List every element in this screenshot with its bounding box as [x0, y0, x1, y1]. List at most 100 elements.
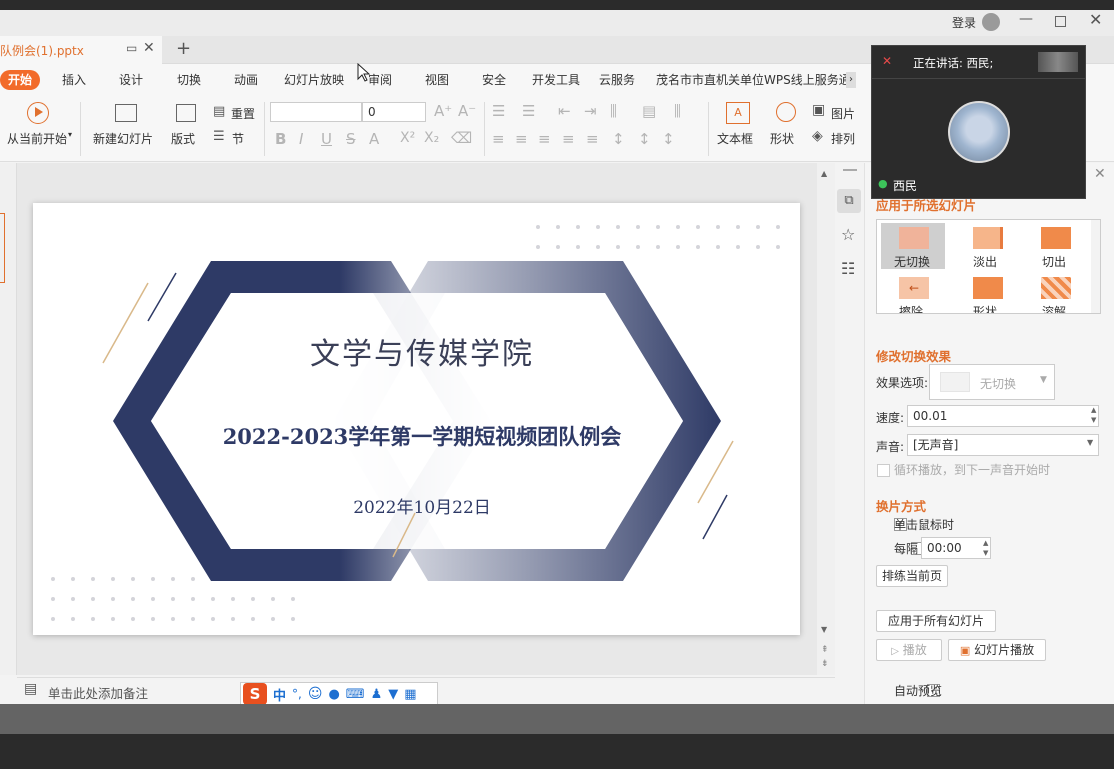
close-window-icon[interactable]: ✕ [1089, 12, 1102, 28]
new-tab-icon[interactable]: + [176, 40, 191, 58]
prev-slide-icon[interactable]: ⇞ [821, 645, 829, 655]
slide-thumbnail[interactable] [0, 213, 5, 283]
transition-cut[interactable]: 切出 [1042, 253, 1066, 270]
effect-dropdown-icon[interactable]: ▼ [1040, 375, 1047, 385]
slide-thumbnail-strip[interactable] [0, 163, 17, 675]
mic-muted-icon[interactable]: ✕ [882, 54, 892, 68]
close-tab-icon[interactable]: ✕ [143, 41, 155, 55]
microphone-icon[interactable]: ● [328, 687, 339, 702]
layout-button[interactable]: 版式 [171, 130, 195, 147]
font-size-select[interactable]: 0 [362, 102, 426, 122]
animation-pane-icon[interactable]: ☆ [841, 227, 855, 243]
strikethrough-icon[interactable]: S [346, 130, 356, 148]
font-color-icon[interactable]: A [369, 130, 379, 148]
sound-select[interactable]: [无声音] [907, 434, 1099, 456]
notes-placeholder[interactable]: 单击此处添加备注 [48, 683, 148, 702]
speed-spinner-icon[interactable]: ▲ ▼ [1091, 405, 1096, 425]
numbered-list-icon[interactable]: ☰ [522, 102, 535, 120]
play-from-current-button[interactable]: 从当前开始 [7, 130, 67, 147]
bold-icon[interactable]: B [275, 130, 286, 148]
minimize-icon[interactable]: — [1019, 12, 1033, 26]
play-from-current-icon[interactable] [27, 102, 49, 124]
increase-indent-icon[interactable]: ⇥ [584, 102, 597, 120]
menu-cloud[interactable]: 云服务 [599, 70, 635, 90]
new-slide-icon[interactable] [115, 104, 137, 122]
shape-button[interactable]: 形状 [770, 130, 794, 147]
font-name-select[interactable] [270, 102, 362, 122]
gallery-scrollbar[interactable] [1091, 220, 1100, 313]
punctuation-icon[interactable]: °, [292, 687, 302, 701]
skin-icon[interactable]: ▼ [388, 687, 398, 702]
italic-icon[interactable]: I [299, 130, 303, 148]
slide-title[interactable]: 文学与传媒学院 [33, 329, 800, 373]
decrease-indent-icon[interactable]: ⇤ [558, 102, 571, 120]
increase-font-icon[interactable]: A⁺ [434, 102, 452, 120]
superscript-icon[interactable]: X² [400, 130, 415, 146]
underline-icon[interactable]: U [321, 130, 332, 148]
menu-animation[interactable]: 动画 [234, 70, 258, 90]
transition-wipe[interactable]: 擦除 [899, 303, 923, 313]
align-right-icon[interactable]: ≡ [538, 130, 551, 148]
section-button[interactable]: 节 [232, 130, 244, 147]
sogou-logo-icon[interactable]: S [243, 683, 267, 704]
user-icon[interactable]: ♟ [371, 687, 383, 702]
align-center-icon[interactable]: ≡ [515, 130, 528, 148]
align-text-icon[interactable]: ▤ [642, 102, 656, 120]
slide[interactable]: 文学与传媒学院 2022-2023学年第一学期短视频团队例会 2022年10月2… [33, 203, 800, 635]
settings-pane-icon[interactable]: ☷ [841, 261, 855, 277]
every-spinner-icon[interactable]: ▲ ▼ [983, 538, 988, 558]
transition-dissolve[interactable]: 溶解 [1042, 303, 1066, 313]
login-link[interactable]: 登录 [952, 14, 976, 31]
transition-none[interactable]: 无切换 [894, 253, 930, 270]
decrease-font-icon[interactable]: A⁻ [458, 102, 476, 120]
transition-pane-icon[interactable]: ⧉ [837, 189, 861, 213]
emoji-icon[interactable]: ☺ [308, 686, 323, 702]
sound-dropdown-icon[interactable]: ▼ [1087, 438, 1093, 447]
distribute-icon[interactable]: ≡ [586, 130, 599, 148]
picture-button[interactable]: 图片 [831, 105, 855, 122]
new-slide-button[interactable]: 新建幻灯片 [93, 130, 153, 147]
user-avatar-icon[interactable] [982, 13, 1000, 31]
menu-security[interactable]: 安全 [482, 70, 506, 90]
arrange-button[interactable]: 排列 [831, 130, 855, 147]
shape-icon[interactable] [776, 102, 796, 122]
play-button[interactable]: ▷ 播放 [876, 639, 942, 661]
ime-toolbar[interactable]: S 中 °, ☺ ● ⌨ ♟ ▼ ▦ [240, 682, 438, 704]
subscript-icon[interactable]: X₂ [424, 130, 439, 146]
slide-subtitle[interactable]: 2022-2023学年第一学期短视频团队例会 [33, 421, 800, 451]
keyboard-icon[interactable]: ⌨ [346, 687, 365, 702]
vertical-scrollbar[interactable]: ▲ ▼ ⇞ ⇟ [817, 163, 835, 675]
columns-icon[interactable]: ⫼ [674, 102, 681, 120]
loop-checkbox[interactable] [877, 464, 890, 477]
text-spacing-icon[interactable]: ↕ [662, 130, 675, 148]
speed-input[interactable]: 00.01 [907, 405, 1099, 427]
play-dropdown-icon[interactable]: ▾ [68, 130, 72, 139]
menu-developer[interactable]: 开发工具 [532, 70, 580, 90]
menu-wps-service[interactable]: 茂名市市直机关单位WPS线上服务通 [656, 70, 851, 90]
maximize-icon[interactable] [1055, 16, 1066, 27]
transition-gallery[interactable]: 无切换 淡出 切出 ← 擦除 形状 溶解 [876, 219, 1101, 314]
justify-icon[interactable]: ≡ [562, 130, 575, 148]
effect-select[interactable]: 无切换 ▼ [929, 364, 1055, 400]
paragraph-spacing-icon[interactable]: ↕ [638, 130, 651, 148]
next-slide-icon[interactable]: ⇟ [821, 659, 829, 669]
menu-slideshow[interactable]: 幻灯片放映 [284, 70, 344, 90]
text-direction-icon[interactable]: ⫼ [610, 102, 617, 120]
menu-review[interactable]: 审阅 [368, 70, 392, 90]
align-left-icon[interactable]: ≡ [492, 130, 505, 148]
scroll-up-icon[interactable]: ▲ [821, 169, 827, 178]
menu-scroll-right-icon[interactable]: › [846, 72, 856, 88]
document-tab[interactable]: 队例会(1).pptx ▭ ✕ [0, 36, 162, 64]
every-time-input[interactable]: 00:00 [921, 537, 991, 559]
line-spacing-icon[interactable]: ↕ [612, 130, 625, 148]
menu-transition[interactable]: 切换 [177, 70, 201, 90]
ime-mode-label[interactable]: 中 [273, 685, 286, 704]
transition-fade[interactable]: 淡出 [973, 253, 997, 270]
textbox-button[interactable]: 文本框 [717, 130, 753, 147]
menu-design[interactable]: 设计 [119, 70, 143, 90]
apply-all-button[interactable]: 应用于所有幻灯片 [876, 610, 996, 632]
menu-insert[interactable]: 插入 [62, 70, 86, 90]
menu-home[interactable]: 开始 [0, 70, 41, 90]
slide-date[interactable]: 2022年10月22日 [33, 493, 800, 518]
pin-tab-icon[interactable]: ▭ [126, 42, 137, 54]
